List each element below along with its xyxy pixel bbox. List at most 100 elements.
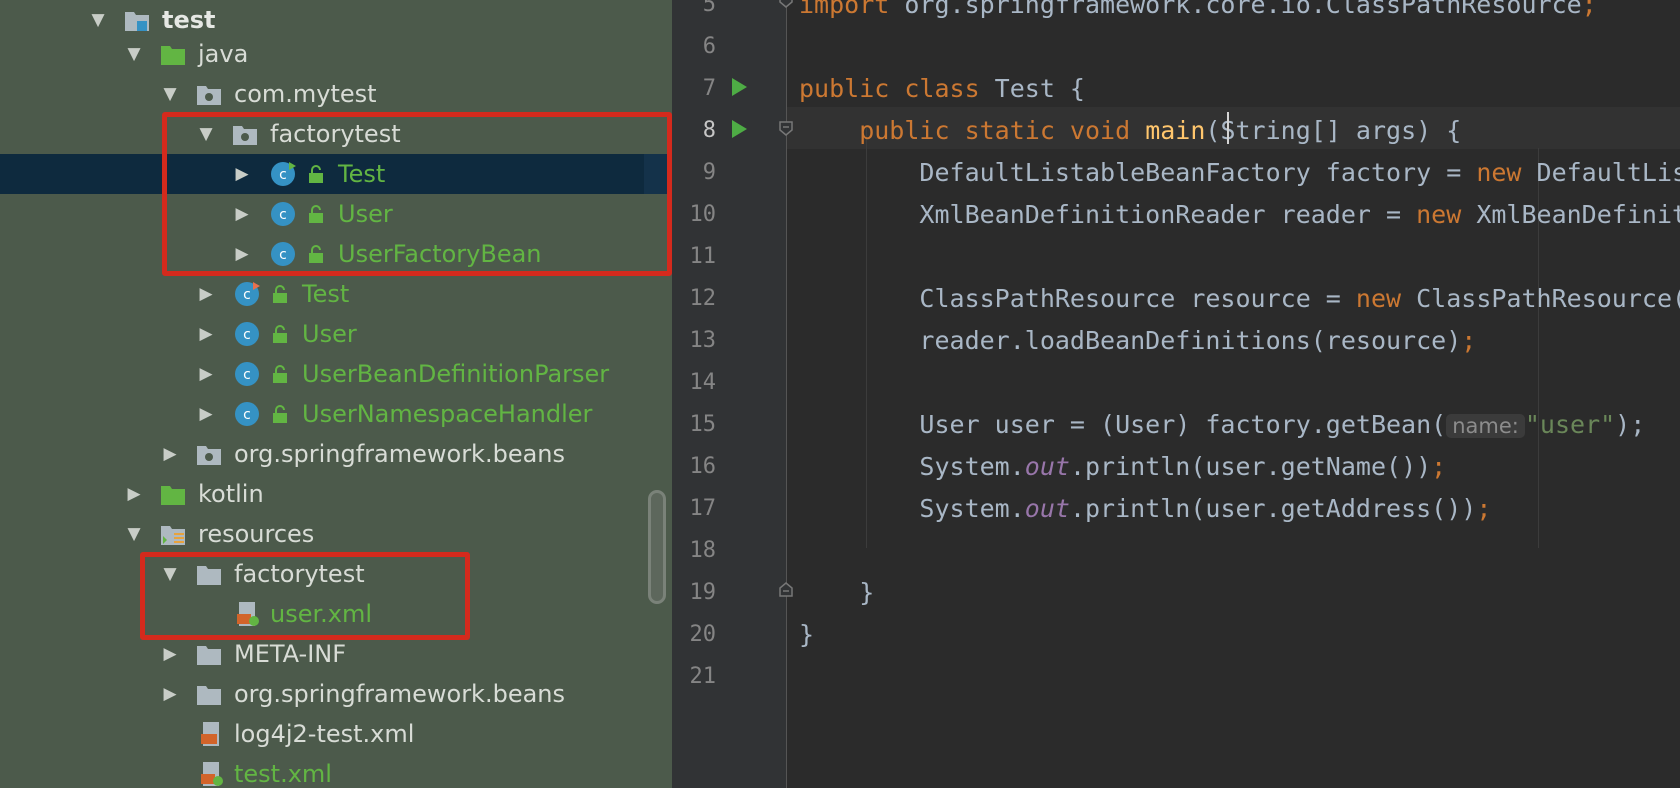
code-line[interactable]: System.out.println(user.getAddress()); bbox=[799, 488, 1491, 530]
tree-row-kotlin[interactable]: ▶ kotlin bbox=[0, 474, 672, 514]
code-token: } bbox=[799, 620, 815, 649]
tree-row-user-class[interactable]: ▶ c User bbox=[0, 314, 672, 354]
svg-text:c: c bbox=[243, 327, 251, 343]
code-line[interactable]: } bbox=[799, 614, 814, 656]
tree-row-org-springframework-beans-folder[interactable]: ▶ org.springframework.beans bbox=[0, 674, 672, 714]
tree-label: UserNamespaceHandler bbox=[302, 400, 593, 428]
svg-text:c: c bbox=[243, 287, 251, 303]
chevron-right-icon[interactable]: ▶ bbox=[160, 444, 180, 464]
code-token: new bbox=[1476, 158, 1537, 187]
code-token: User user = (User) factory.getBean( bbox=[799, 410, 1447, 439]
chevron-right-icon[interactable]: ▶ bbox=[196, 284, 216, 304]
chevron-right-icon[interactable]: ▶ bbox=[124, 484, 144, 504]
chevron-right-icon[interactable]: ▶ bbox=[196, 324, 216, 344]
tree-row-java[interactable]: ▼ java bbox=[0, 34, 672, 74]
highlight-box-resources-factorytest bbox=[140, 552, 470, 640]
folder-icon bbox=[197, 686, 221, 705]
lock-icon bbox=[273, 285, 287, 303]
run-main-icon[interactable] bbox=[732, 120, 747, 138]
class-icon: c bbox=[235, 362, 259, 386]
run-class-icon[interactable] bbox=[732, 78, 747, 96]
line-number: 9 bbox=[702, 160, 716, 185]
chevron-right-icon[interactable]: ▶ bbox=[160, 644, 180, 664]
tree-row-log4j2-test-xml[interactable]: log4j2-test.xml bbox=[0, 714, 672, 754]
tree-scrollbar[interactable] bbox=[648, 490, 666, 604]
code-line[interactable]: public static void main(String[] args) { bbox=[799, 110, 1461, 152]
tree-row-test-class[interactable]: ▶ c Test bbox=[0, 274, 672, 314]
svg-text:c: c bbox=[243, 367, 251, 383]
code-editor[interactable]: 5 6 7 8 9 10 11 12 13 14 15 16 17 18 19 … bbox=[672, 0, 1680, 788]
project-tree-panel: ▼ test ▼ java ▼ com.mytest ▼ factorytest… bbox=[0, 0, 672, 788]
chevron-down-icon[interactable]: ▼ bbox=[160, 84, 180, 104]
chevron-right-icon[interactable]: ▶ bbox=[196, 364, 216, 384]
tree-label: resources bbox=[198, 520, 315, 548]
tree-label: User bbox=[302, 320, 357, 348]
package-icon bbox=[197, 86, 221, 105]
code-line[interactable]: System.out.println(user.getName()); bbox=[799, 446, 1446, 488]
module-folder-icon bbox=[125, 12, 149, 31]
fold-marker-icon[interactable] bbox=[778, 0, 794, 8]
code-token: out bbox=[1024, 494, 1070, 523]
fold-end-marker-icon[interactable] bbox=[778, 582, 794, 598]
tree-label: test bbox=[162, 6, 216, 34]
code-token: public static void bbox=[799, 116, 1146, 145]
code-token: "user" bbox=[1524, 410, 1616, 439]
code-token: new bbox=[1416, 200, 1477, 229]
code-line[interactable]: import org.springframework.core.io.Class… bbox=[799, 0, 1597, 26]
lock-icon bbox=[273, 405, 287, 423]
tree-row-test-xml[interactable]: test.xml bbox=[0, 754, 672, 788]
code-line[interactable]: public class Test { bbox=[799, 68, 1085, 110]
tree-label: test.xml bbox=[234, 760, 332, 788]
tree-row-com-mytest[interactable]: ▼ com.mytest bbox=[0, 74, 672, 114]
code-line[interactable]: User user = (User) factory.getBean(name:… bbox=[799, 404, 1645, 447]
code-token: DefaultListableBeanFactory factory = bbox=[799, 158, 1477, 187]
code-line[interactable]: DefaultListableBeanFactory factory = new… bbox=[799, 152, 1680, 194]
tree-label: log4j2-test.xml bbox=[234, 720, 415, 748]
chevron-down-icon[interactable]: ▼ bbox=[124, 524, 144, 544]
line-number: 13 bbox=[689, 328, 717, 353]
line-number: 18 bbox=[689, 538, 717, 563]
line-number: 19 bbox=[689, 580, 717, 605]
line-number: 15 bbox=[689, 412, 717, 437]
lock-icon bbox=[273, 325, 287, 343]
parameter-inlay-hint: name: bbox=[1446, 414, 1525, 438]
tree-label: org.springframework.beans bbox=[234, 440, 566, 468]
package-icon bbox=[197, 446, 221, 465]
fold-marker-icon[interactable] bbox=[778, 120, 794, 136]
text-caret bbox=[1227, 112, 1229, 144]
code-token: (String[] args) { bbox=[1205, 116, 1462, 145]
tree-row-resources[interactable]: ▼ resources bbox=[0, 514, 672, 554]
tree-row-usernamespacehandler-class[interactable]: ▶ c UserNamespaceHandler bbox=[0, 394, 672, 434]
code-token: Test { bbox=[994, 74, 1085, 103]
resources-folder-icon bbox=[161, 526, 185, 545]
chevron-down-icon[interactable]: ▼ bbox=[124, 44, 144, 64]
code-token: ); bbox=[1615, 410, 1646, 439]
tree-label: UserBeanDefinitionParser bbox=[302, 360, 610, 388]
code-line[interactable]: reader.loadBeanDefinitions(resource); bbox=[799, 320, 1476, 362]
line-number: 11 bbox=[689, 244, 717, 269]
tree-row-meta-inf[interactable]: ▶ META-INF bbox=[0, 634, 672, 674]
chevron-right-icon[interactable]: ▶ bbox=[196, 404, 216, 424]
code-token: ; bbox=[1476, 494, 1492, 523]
class-icon: c bbox=[235, 322, 259, 346]
tree-label: org.springframework.beans bbox=[234, 680, 566, 708]
code-token: .println(user.getName()) bbox=[1069, 452, 1432, 481]
chevron-down-icon[interactable]: ▼ bbox=[88, 10, 108, 30]
chevron-right-icon[interactable]: ▶ bbox=[160, 684, 180, 704]
line-number: 6 bbox=[702, 34, 716, 59]
code-line[interactable]: ClassPathResource resource = new ClassPa… bbox=[799, 278, 1680, 320]
svg-text:c: c bbox=[243, 407, 251, 423]
xml-file-icon bbox=[201, 762, 223, 786]
code-token: .println(user.getAddress()) bbox=[1069, 494, 1477, 523]
code-line[interactable]: } bbox=[799, 572, 874, 614]
code-token: ; bbox=[1581, 0, 1597, 19]
line-number: 5 bbox=[702, 0, 716, 17]
lock-icon bbox=[273, 365, 287, 383]
line-number: 17 bbox=[689, 496, 717, 521]
tree-label: java bbox=[198, 40, 249, 68]
code-line[interactable]: XmlBeanDefinitionReader reader = new Xml… bbox=[799, 194, 1680, 236]
tree-label: Test bbox=[302, 280, 350, 308]
tree-row-userbeandefinitionparser-class[interactable]: ▶ c UserBeanDefinitionParser bbox=[0, 354, 672, 394]
code-token: org.springframework.core.io.ClassPathRes… bbox=[904, 0, 1582, 19]
tree-row-org-springframework-beans-package[interactable]: ▶ org.springframework.beans bbox=[0, 434, 672, 474]
